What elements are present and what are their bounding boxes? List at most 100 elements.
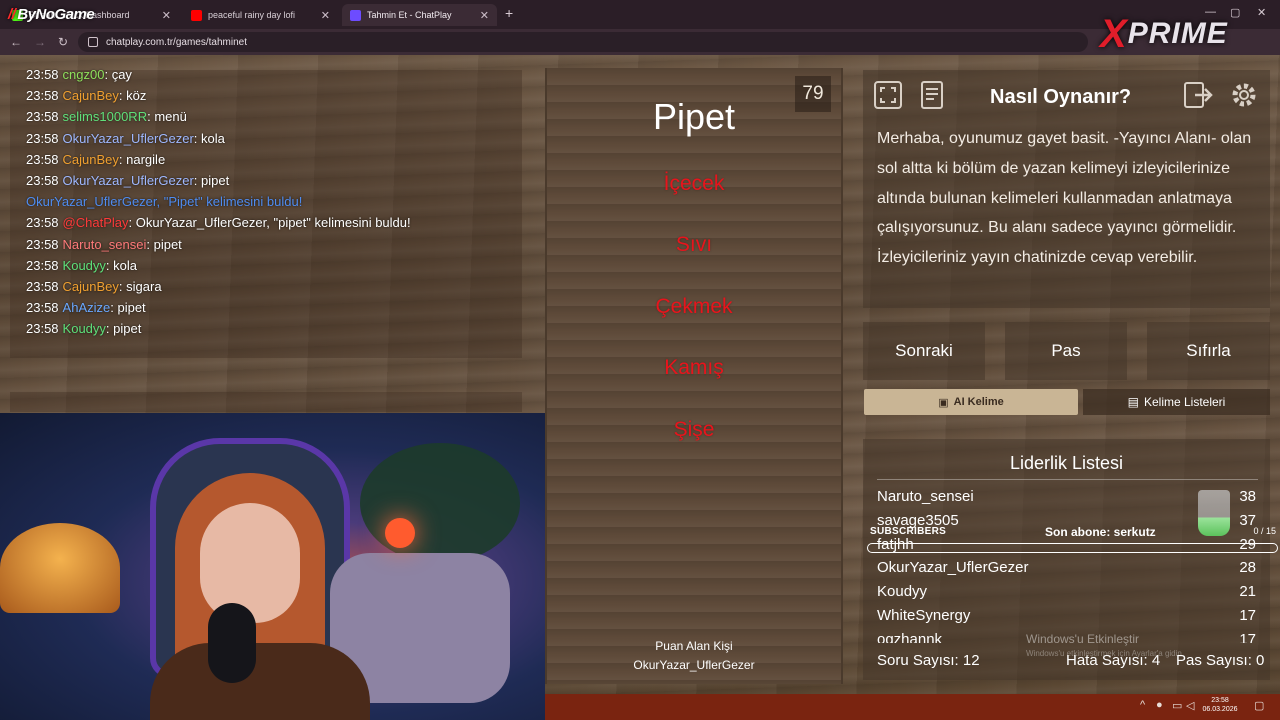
chat-username[interactable]: CajunBey bbox=[63, 279, 119, 294]
chat-username[interactable]: selims1000RR bbox=[63, 109, 148, 124]
windows-activation-sub: Windows'u etkinleştirmek için Ayarlar'a … bbox=[1026, 649, 1185, 658]
forbidden-word: Kamış bbox=[664, 356, 724, 379]
windows-activation: Windows'u Etkinleştir bbox=[1026, 632, 1139, 646]
pass-button[interactable]: Pas bbox=[1005, 322, 1127, 380]
subscriber-goal-bar: SUBSCRIBERS Son abone: serkutz 0 / 15 bbox=[867, 525, 1278, 542]
document-icon[interactable] bbox=[915, 78, 949, 112]
reset-button[interactable]: Sıfırla bbox=[1147, 322, 1270, 380]
chat-username[interactable]: AhAzize bbox=[63, 300, 111, 315]
subscriber-label: SUBSCRIBERS bbox=[870, 526, 947, 537]
maximize-icon[interactable]: ▢ bbox=[1230, 6, 1240, 19]
plant-shape bbox=[360, 443, 520, 563]
chevron-up-icon[interactable]: ^ bbox=[1140, 699, 1145, 711]
exit-icon[interactable] bbox=[1182, 78, 1216, 112]
chat-message: 23:58 AhAzize: pipet bbox=[10, 300, 522, 321]
chat-username[interactable]: OkurYazar_UflerGezer bbox=[63, 173, 194, 188]
chat-username[interactable]: CajunBey bbox=[63, 88, 119, 103]
site-info-icon[interactable] bbox=[88, 37, 98, 47]
new-tab-icon[interactable]: + bbox=[505, 5, 513, 21]
chat-username[interactable]: Koudyy bbox=[63, 258, 106, 273]
notification-icon[interactable]: ▢ bbox=[1254, 699, 1264, 712]
fullscreen-icon[interactable] bbox=[871, 78, 905, 112]
leaderboard-title: Liderlik Listesi bbox=[1009, 453, 1124, 473]
robot-icon: ▣ bbox=[938, 396, 949, 409]
settings-icon[interactable] bbox=[1227, 78, 1261, 112]
subscriber-progress bbox=[867, 543, 1278, 553]
chat-timestamp: 23:58 bbox=[26, 172, 59, 188]
chat-text: : kola bbox=[105, 257, 137, 273]
chat-text: : sigara bbox=[118, 278, 162, 294]
chat-message: 23:58 @ChatPlay: OkurYazar_UflerGezer, "p… bbox=[10, 215, 522, 236]
next-button[interactable]: Sonraki bbox=[863, 322, 985, 380]
chat-username[interactable]: cngz00 bbox=[63, 67, 105, 82]
microphone-icon[interactable]: ● bbox=[1156, 699, 1163, 711]
forbidden-word: Şişe bbox=[673, 418, 715, 441]
chat-timestamp: 23:58 bbox=[26, 67, 59, 82]
chat-lines: 23:58 cngz00: çay 23:58 CajunBey: köz 23:58 s… bbox=[10, 67, 522, 342]
reload-icon[interactable]: ↻ bbox=[58, 35, 68, 49]
system-clock[interactable]: 23:58 06.03.2026 bbox=[1200, 696, 1240, 714]
forbidden-word: Çekmek bbox=[655, 295, 733, 318]
chat-message: 23:58 Koudyy: pipet bbox=[10, 321, 522, 342]
target-word: Pipet bbox=[652, 96, 736, 137]
chat-username[interactable]: CajunBey bbox=[63, 152, 119, 167]
streamer-logo: //ByNoGame bbox=[8, 6, 95, 23]
chat-message: 23:58 CajunBey: köz bbox=[10, 88, 522, 109]
volume-icon[interactable]: ◁ bbox=[1186, 699, 1194, 712]
chat-timestamp: 23:58 bbox=[26, 236, 59, 252]
tab-lofi[interactable]: peaceful rainy day lofi ✕ bbox=[183, 4, 338, 26]
chat-message: 23:58 CajunBey: nargile bbox=[10, 152, 522, 173]
chat-timestamp: 23:58 bbox=[26, 130, 59, 146]
chat-username[interactable]: OkurYazar_UflerGezer, "Pipet" kelimesini… bbox=[26, 194, 302, 209]
lamp-shape bbox=[0, 523, 120, 613]
chat-text: : pipet bbox=[146, 236, 182, 252]
leaderboard-row: OkurYazar_UflerGezer 28 bbox=[877, 559, 1256, 576]
word-lists-button[interactable]: ▤ Kelime Listeleri bbox=[1083, 389, 1270, 415]
chat-username[interactable]: Naruto_sensei bbox=[63, 237, 147, 252]
back-icon[interactable]: ← bbox=[10, 35, 22, 49]
pass-count: Pas Sayısı: 0 bbox=[1176, 652, 1265, 669]
chat-overlay-bottom bbox=[10, 392, 522, 412]
chat-timestamp: 23:58 bbox=[26, 88, 59, 104]
close-icon[interactable]: ✕ bbox=[162, 9, 171, 22]
close-window-icon[interactable]: ✕ bbox=[1257, 6, 1266, 19]
body-shape bbox=[150, 643, 370, 720]
scorer-label: Puan Alan Kişi bbox=[655, 639, 733, 653]
close-icon[interactable]: ✕ bbox=[321, 9, 330, 22]
chat-username[interactable]: Koudyy bbox=[63, 321, 106, 336]
tab-chatplay[interactable]: Tahmin Et - ChatPlay ✕ bbox=[342, 4, 497, 26]
chat-text: : pipet bbox=[193, 172, 230, 188]
word-lists-label: Kelime Listeleri bbox=[1143, 395, 1226, 409]
leaderboard-divider bbox=[877, 479, 1258, 480]
chat-message: OkurYazar_UflerGezer, "Pipet" kelimesini… bbox=[10, 194, 522, 215]
chat-text: : OkurYazar_UflerGezer, "pipet" kelimesi… bbox=[128, 215, 411, 231]
close-icon[interactable]: ✕ bbox=[480, 9, 489, 22]
chat-text: : pipet bbox=[110, 300, 146, 316]
question-count: Soru Sayısı: 12 bbox=[877, 652, 980, 669]
leaderboard-row: Koudyy 21 bbox=[877, 583, 1256, 600]
url-text: chatplay.com.tr/games/tahminet bbox=[106, 36, 247, 48]
chat-message: 23:58 selims1000RR: menü bbox=[10, 109, 522, 130]
chat-username[interactable]: @ChatPlay bbox=[63, 215, 129, 230]
chat-text: : kola bbox=[193, 130, 225, 146]
scorer-name: OkurYazar_UflerGezer bbox=[633, 658, 755, 672]
chat-username[interactable]: OkurYazar_UflerGezer bbox=[63, 131, 194, 146]
xprime-logo: XPRIME bbox=[1100, 12, 1228, 56]
address-bar: ← → ↻ chatplay.com.tr/games/tahminet bbox=[0, 29, 1280, 55]
game-panel: 79 Pipet İçecek Sıvı Çekmek Kamış Şişe P… bbox=[545, 68, 843, 684]
url-field[interactable]: chatplay.com.tr/games/tahminet bbox=[78, 32, 1088, 52]
chatplay-icon bbox=[350, 9, 361, 21]
chat-message: 23:58 Koudyy: kola bbox=[10, 258, 522, 279]
network-icon[interactable]: ▭ bbox=[1172, 699, 1182, 712]
subscriber-count: 0 / 15 bbox=[1253, 526, 1276, 536]
ai-word-label: AI Kelime bbox=[953, 396, 1004, 408]
chat-text: : pipet bbox=[105, 321, 142, 337]
ai-word-button[interactable]: ▣ AI Kelime bbox=[864, 389, 1078, 415]
chat-timestamp: 23:58 bbox=[26, 215, 59, 231]
microphone-shape bbox=[208, 603, 256, 683]
webcam-feed bbox=[0, 413, 545, 720]
forward-icon[interactable]: → bbox=[34, 35, 46, 49]
leaderboard-row: WhiteSynergy 17 bbox=[877, 607, 1256, 624]
chat-text: : çay bbox=[104, 67, 132, 82]
clipboard-icon: ▤ bbox=[1127, 395, 1139, 409]
